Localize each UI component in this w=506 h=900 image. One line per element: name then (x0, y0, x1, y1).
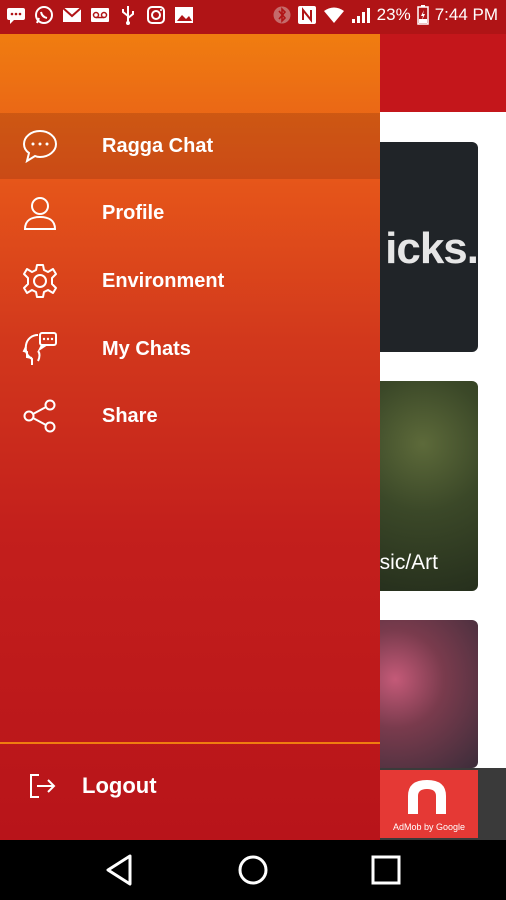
chat-bubble-icon (22, 128, 58, 164)
logout-icon (24, 768, 60, 804)
recents-icon[interactable] (366, 850, 406, 890)
drawer-item-profile[interactable]: Profile (0, 180, 380, 246)
ad-caption: AdMob by Google (392, 822, 466, 832)
status-bar: 23% 7:44 PM (0, 0, 506, 34)
battery-icon (416, 5, 429, 25)
admob-logo-icon (408, 780, 446, 814)
drawer-item-label: Share (102, 404, 158, 427)
share-icon (22, 398, 58, 434)
battery-percent: 23% (376, 5, 411, 24)
voicemail-icon (90, 5, 110, 25)
admob-ad[interactable]: AdMob by Google (380, 770, 478, 838)
drawer-item-ragga-chat[interactable]: Ragga Chat (0, 113, 380, 179)
instagram-icon (146, 5, 166, 25)
signal-icon (351, 6, 371, 24)
drawer-item-environment[interactable]: Environment (0, 248, 380, 314)
system-status: 23% 7:44 PM (273, 5, 498, 25)
logout-label: Logout (82, 773, 157, 798)
drawer-item-label: My Chats (102, 337, 191, 360)
drawer-item-label: Ragga Chat (102, 134, 214, 157)
nfc-icon (297, 5, 317, 25)
gallery-icon (174, 5, 194, 25)
notification-icons (6, 5, 194, 25)
bluetooth-icon (273, 5, 291, 25)
drawer-item-label: Environment (102, 269, 225, 292)
usb-icon (118, 5, 138, 25)
drawer-item-label: Profile (102, 201, 165, 224)
system-nav-bar (0, 840, 506, 900)
drawer-item-my-chats[interactable]: My Chats (0, 316, 380, 382)
card-title: sic/Art (379, 551, 438, 574)
clock: 7:44 PM (434, 5, 498, 24)
messages-icon (6, 5, 26, 25)
home-icon[interactable] (233, 850, 273, 890)
gmail-icon (62, 5, 82, 25)
drawer-item-share[interactable]: Share (0, 383, 380, 449)
whatsapp-icon (34, 5, 54, 25)
navigation-drawer: Ragga Chat Profile Environment My Chats … (0, 34, 380, 840)
head-chat-icon (22, 331, 58, 367)
back-icon[interactable] (100, 850, 140, 890)
drawer-divider (0, 742, 380, 744)
logout-button[interactable]: Logout (0, 756, 380, 816)
gear-icon (22, 263, 58, 299)
wifi-icon (323, 6, 345, 24)
person-icon (22, 195, 58, 231)
